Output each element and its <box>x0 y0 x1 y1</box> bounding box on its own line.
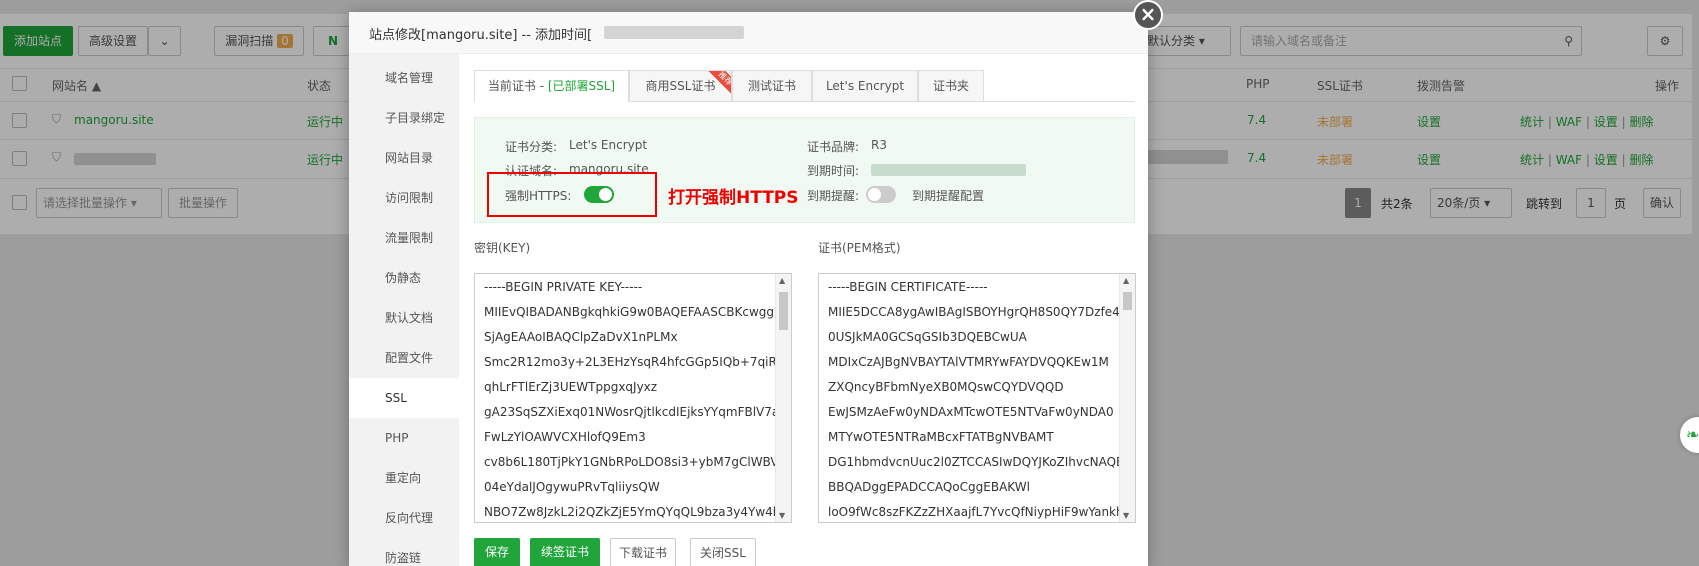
nav-redirect[interactable]: 重定向 <box>349 458 459 498</box>
cert-line: DG1hbmdvcnUuc2l0ZTCCASIwDQYJKoZIhvcNAQE <box>828 455 1124 469</box>
cert-expire-label: 到期时间: <box>807 164 860 178</box>
tab-letsencrypt[interactable]: Let's Encrypt <box>812 70 918 102</box>
renew-cert-button[interactable]: 续签证书 <box>530 538 600 566</box>
cert-brand-value: R3 <box>871 138 887 152</box>
nav-config-file[interactable]: 配置文件 <box>349 338 459 378</box>
cert-scrollbar[interactable]: ▲ ▼ <box>1119 274 1135 522</box>
toggle-knob <box>868 188 881 201</box>
cert-line: ZXQncyBFbmNyeXB0MQswCQYDVQQD <box>828 380 1064 394</box>
nav-domain[interactable]: 域名管理 <box>349 58 459 98</box>
cert-line: -----BEGIN CERTIFICATE----- <box>828 280 988 294</box>
private-key-textarea[interactable]: -----BEGIN PRIVATE KEY----- MIIEvQIBADAN… <box>474 273 792 523</box>
save-button[interactable]: 保存 <box>474 538 520 566</box>
ssl-tabs: 当前证书 - [已部署SSL] 商用SSL证书 推荐 测试证书 Let's Enc… <box>474 70 1134 102</box>
cert-line: loO9fWc8szFKZzZHXaajfL7YvcQfNiypHiF9wYan… <box>828 505 1124 519</box>
nav-access-limit[interactable]: 访问限制 <box>349 178 459 218</box>
nav-php[interactable]: PHP <box>349 418 459 458</box>
redacted-timestamp <box>604 26 744 39</box>
cert-line: EwJSMzAeFw0yNDAxMTcwOTE5NTVaFw0yNDA0 <box>828 405 1114 419</box>
dialog-title: 站点修改[mangoru.site] -- 添加时间[ <box>369 28 593 43</box>
nav-traffic-limit[interactable]: 流量限制 <box>349 218 459 258</box>
tab-current-status: [已部署SSL] <box>547 79 616 93</box>
tab-commercial-label: 商用SSL证书 <box>645 79 716 93</box>
nav-hotlink[interactable]: 防盗链 <box>349 538 459 566</box>
scroll-down-icon[interactable]: ▼ <box>779 511 785 520</box>
key-scrollbar[interactable]: ▲ ▼ <box>775 274 791 522</box>
tab-current-label: 当前证书 - <box>487 79 548 93</box>
key-label: 密钥(KEY) <box>474 241 531 255</box>
key-line: cv8b6L180TjPkY1GNbRPoLDO8si3+ybM7gClWBV <box>484 455 779 469</box>
key-line: MIIEvQIBADANBgkqhkiG9w0BAQEFAASCBKcwgg <box>484 305 774 319</box>
nav-ssl[interactable]: SSL <box>349 378 459 418</box>
redacted-expire-date <box>871 164 1026 176</box>
key-line: -----BEGIN PRIVATE KEY----- <box>484 280 643 294</box>
nav-subdir[interactable]: 子目录绑定 <box>349 98 459 138</box>
expire-remind-config-link[interactable]: 到期提醒配置 <box>912 187 984 204</box>
tab-test-cert[interactable]: 测试证书 <box>732 70 812 102</box>
key-line: qhLrFTlErZj3UEWTppgxqJyxz <box>484 380 658 394</box>
scroll-down-icon[interactable]: ▼ <box>1123 511 1129 520</box>
nav-rewrite[interactable]: 伪静态 <box>349 258 459 298</box>
cert-category-label: 证书分类: <box>505 140 558 154</box>
cert-line: MTYwOTE5NTRaMBcxFTATBgNVBAMT <box>828 430 1054 444</box>
tab-commercial-ssl[interactable]: 商用SSL证书 推荐 <box>629 70 732 102</box>
tab-cert-folder[interactable]: 证书夹 <box>918 70 984 102</box>
tab-current-cert[interactable]: 当前证书 - [已部署SSL] <box>474 70 629 102</box>
dialog-sidebar: 域名管理 子目录绑定 网站目录 访问限制 流量限制 伪静态 默认文档 配置文件 … <box>349 54 459 566</box>
key-line: SjAgEAAoIBAQClpZaDvX1nPLMx <box>484 330 678 344</box>
scroll-up-icon[interactable]: ▲ <box>1123 276 1129 285</box>
annotation-text: 打开强制HTTPS <box>668 188 799 208</box>
site-edit-dialog: 站点修改[mangoru.site] -- 添加时间[ 域名管理 子目录绑定 网… <box>349 12 1148 566</box>
key-line: 04eYdalJOgywuPRvTqliiysQW <box>484 480 660 494</box>
cert-category-value: Let's Encrypt <box>569 138 648 152</box>
dialog-header: 站点修改[mangoru.site] -- 添加时间[ <box>349 12 1148 54</box>
nav-default-doc[interactable]: 默认文档 <box>349 298 459 338</box>
close-icon[interactable]: × <box>1133 0 1163 30</box>
scroll-thumb[interactable] <box>779 292 788 330</box>
cert-line: 0USJkMA0GCSqGSIb3DQEBCwUA <box>828 330 1027 344</box>
cert-brand-label: 证书品牌: <box>807 140 860 154</box>
key-line: NBO7Zw8JzkL2i2QZkZjE5YmQYqQL9bza3y4Yw4b <box>484 505 781 519</box>
certificate-textarea[interactable]: -----BEGIN CERTIFICATE----- MIIE5DCCA8yg… <box>818 273 1136 523</box>
scroll-thumb[interactable] <box>1123 292 1132 310</box>
expire-remind-label: 到期提醒: <box>807 189 860 203</box>
key-line: gA23SqSZXiExq01NWosrQjtlkcdIEjksYYqmFBlV… <box>484 405 786 419</box>
cert-line: MIIE5DCCA8ygAwIBAgISBOYHgrQH8S0QY7Dzfe4 <box>828 305 1120 319</box>
download-cert-button[interactable]: 下载证书 <box>610 538 676 566</box>
cert-line: BBQADggEPADCCAQoCggEBAKWl <box>828 480 1030 494</box>
key-line: FwLzYlOAWVCXHlofQ9Em3 <box>484 430 646 444</box>
nav-reverse-proxy[interactable]: 反向代理 <box>349 498 459 538</box>
nav-site-dir[interactable]: 网站目录 <box>349 138 459 178</box>
cert-label: 证书(PEM格式) <box>818 241 901 255</box>
close-ssl-button[interactable]: 关闭SSL <box>690 538 756 566</box>
key-line: Smc2R12mo3y+2L3EHzYsqR4hfcGGp5IQb+7qiR8 <box>484 355 785 369</box>
expire-remind-toggle[interactable] <box>866 186 896 203</box>
scroll-up-icon[interactable]: ▲ <box>779 276 785 285</box>
cert-line: MDIxCzAJBgNVBAYTAlVTMRYwFAYDVQQKEw1M <box>828 355 1109 369</box>
highlight-box <box>487 172 657 217</box>
